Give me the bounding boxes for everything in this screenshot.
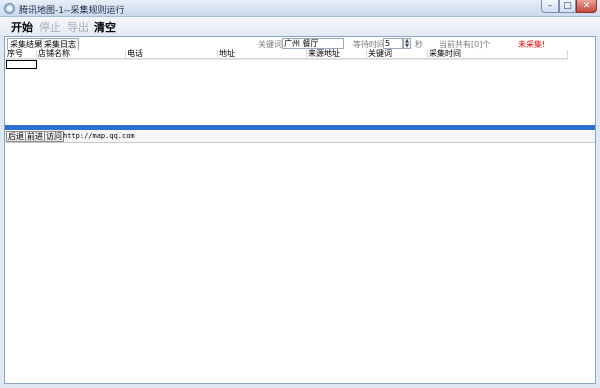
results-table: 序号 店铺名称 电话 地址 来源地址 关键词 采集时间 (6, 50, 568, 59)
column-header-collect-time[interactable]: 采集时间 (428, 50, 568, 59)
maximize-button[interactable]: □ (559, 0, 576, 13)
forward-button[interactable]: 前进 (25, 131, 45, 142)
menu-bar: 开始 停止 导出 清空 (0, 17, 600, 36)
seconds-unit: 秒 (415, 40, 423, 49)
minimize-button[interactable]: – (541, 0, 559, 13)
window-title: 腾讯地图-1--采集规则运行 (19, 6, 125, 16)
close-button[interactable]: ✕ (576, 0, 597, 13)
wait-time-spinner[interactable]: ▲ ▼ (403, 38, 411, 49)
selected-cell[interactable] (6, 60, 37, 69)
column-header-index[interactable]: 序号 (6, 50, 37, 59)
app-icon (4, 3, 15, 14)
stop-button[interactable]: 停止 (39, 19, 61, 35)
keyword-label: 关键词 (258, 40, 282, 49)
status-text: 未采集! (518, 40, 546, 49)
keyword-input[interactable]: 广州 餐厅 (282, 38, 344, 49)
browser-toolbar: 后退 前进 访问 http://map.qq.com (5, 130, 595, 143)
export-button[interactable]: 导出 (67, 19, 89, 35)
column-header-shop-name[interactable]: 店铺名称 (37, 50, 126, 59)
visit-button[interactable]: 访问 (44, 131, 64, 142)
web-view[interactable] (5, 144, 595, 383)
wait-time-input[interactable]: 5 (383, 38, 403, 49)
column-header-keyword[interactable]: 关键词 (367, 50, 428, 59)
clear-button[interactable]: 清空 (94, 19, 116, 35)
url-field[interactable]: http://map.qq.com (63, 132, 135, 140)
title-bar: 腾讯地图-1--采集规则运行 – □ ✕ (0, 0, 600, 17)
start-button[interactable]: 开始 (11, 19, 33, 35)
back-button[interactable]: 后退 (6, 131, 26, 142)
column-header-source-url[interactable]: 来源地址 (307, 50, 367, 59)
main-panel: 采集结果 采集日志 关键词 广州 餐厅 等待时间 5 ▲ ▼ 秒 当前共有[0]… (4, 36, 596, 384)
column-header-phone[interactable]: 电话 (126, 50, 218, 59)
spinner-down-icon[interactable]: ▼ (404, 43, 410, 49)
table-row-divider (6, 59, 568, 60)
column-header-address[interactable]: 地址 (218, 50, 307, 59)
